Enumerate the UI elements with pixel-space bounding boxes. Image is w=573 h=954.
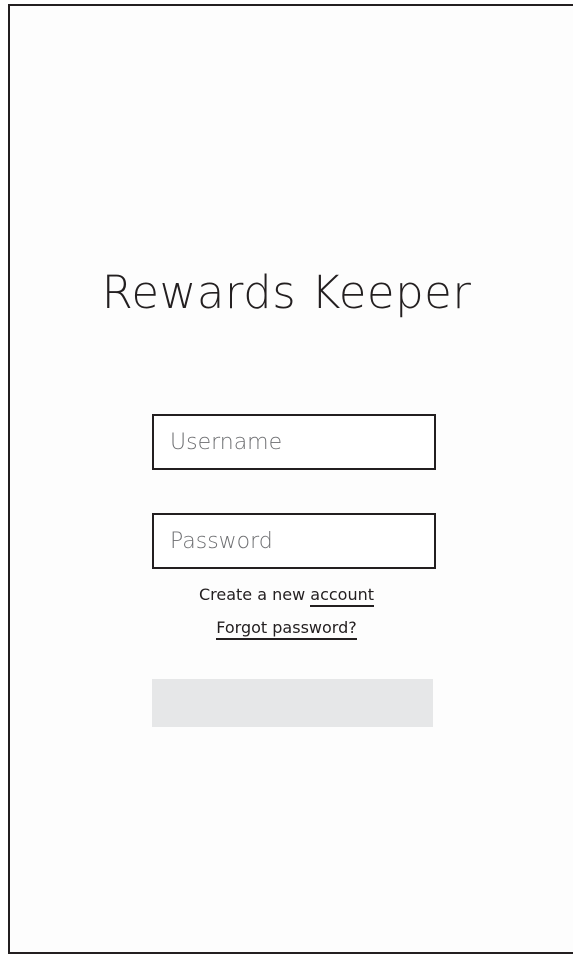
create-account-prefix: Create a new: [198, 585, 311, 604]
login-button[interactable]: [152, 679, 433, 727]
password-input[interactable]: [152, 513, 436, 569]
create-account-link[interactable]: account: [310, 585, 375, 607]
create-account-line: Create a new account: [0, 585, 573, 607]
forgot-password-line: Forgot password?: [0, 618, 573, 640]
forgot-password-link[interactable]: Forgot password?: [216, 618, 357, 640]
app-title: Rewards Keeper: [101, 266, 472, 319]
app-frame: [8, 4, 573, 954]
username-input[interactable]: [152, 414, 436, 470]
